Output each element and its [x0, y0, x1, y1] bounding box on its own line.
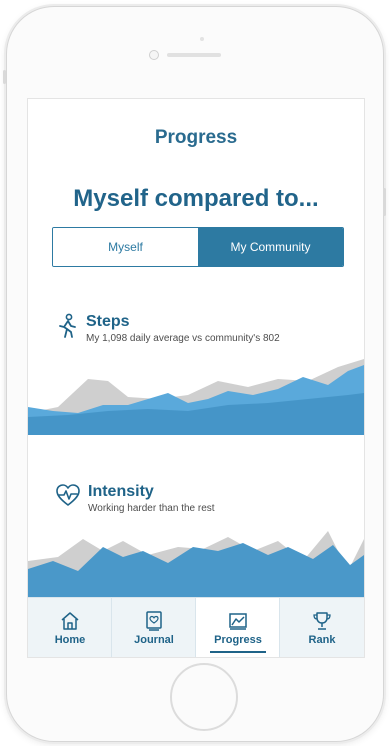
trophy-icon: [313, 611, 331, 630]
tab-journal-label: Journal: [134, 633, 174, 646]
active-tab-indicator: [210, 651, 266, 653]
side-button-right: [383, 188, 386, 216]
journal-icon: [146, 610, 162, 631]
sensor-dot: [200, 37, 204, 41]
tab-home[interactable]: Home: [28, 598, 112, 657]
toggle-myself[interactable]: Myself: [53, 228, 198, 266]
tab-journal[interactable]: Journal: [112, 598, 196, 657]
walking-person-icon: [59, 313, 76, 338]
toggle-my-community[interactable]: My Community: [198, 228, 343, 266]
tab-progress-label: Progress: [214, 633, 262, 646]
intensity-header: Intensity Working harder than the rest: [54, 483, 215, 514]
home-icon: [61, 611, 79, 630]
chart-icon: [229, 612, 247, 630]
comparison-headline: Myself compared to...: [73, 185, 319, 212]
tab-progress[interactable]: Progress: [196, 598, 280, 657]
steps-title: Steps: [86, 313, 130, 330]
steps-chart: [28, 359, 364, 435]
steps-header: Steps My 1,098 daily average vs communit…: [54, 313, 280, 344]
intensity-chart: [28, 531, 364, 597]
front-camera: [149, 50, 159, 60]
intensity-subtitle: Working harder than the rest: [88, 503, 215, 514]
comparison-toggle: Myself My Community: [52, 227, 344, 267]
page-title: Progress: [154, 127, 238, 148]
tab-rank[interactable]: Rank: [280, 598, 364, 657]
heart-rate-icon: [56, 484, 80, 506]
earpiece-speaker: [167, 53, 221, 57]
steps-subtitle: My 1,098 daily average vs community's 80…: [86, 333, 280, 344]
bottom-tab-bar: Home Journal Progress Rank: [28, 597, 364, 657]
app-screen: Progress Myself compared to... Myself My…: [27, 98, 365, 658]
intensity-title: Intensity: [88, 483, 154, 500]
tab-rank-label: Rank: [308, 633, 336, 646]
side-button-left: [3, 70, 6, 84]
tab-home-label: Home: [54, 633, 86, 646]
hardware-home-button[interactable]: [170, 663, 238, 731]
